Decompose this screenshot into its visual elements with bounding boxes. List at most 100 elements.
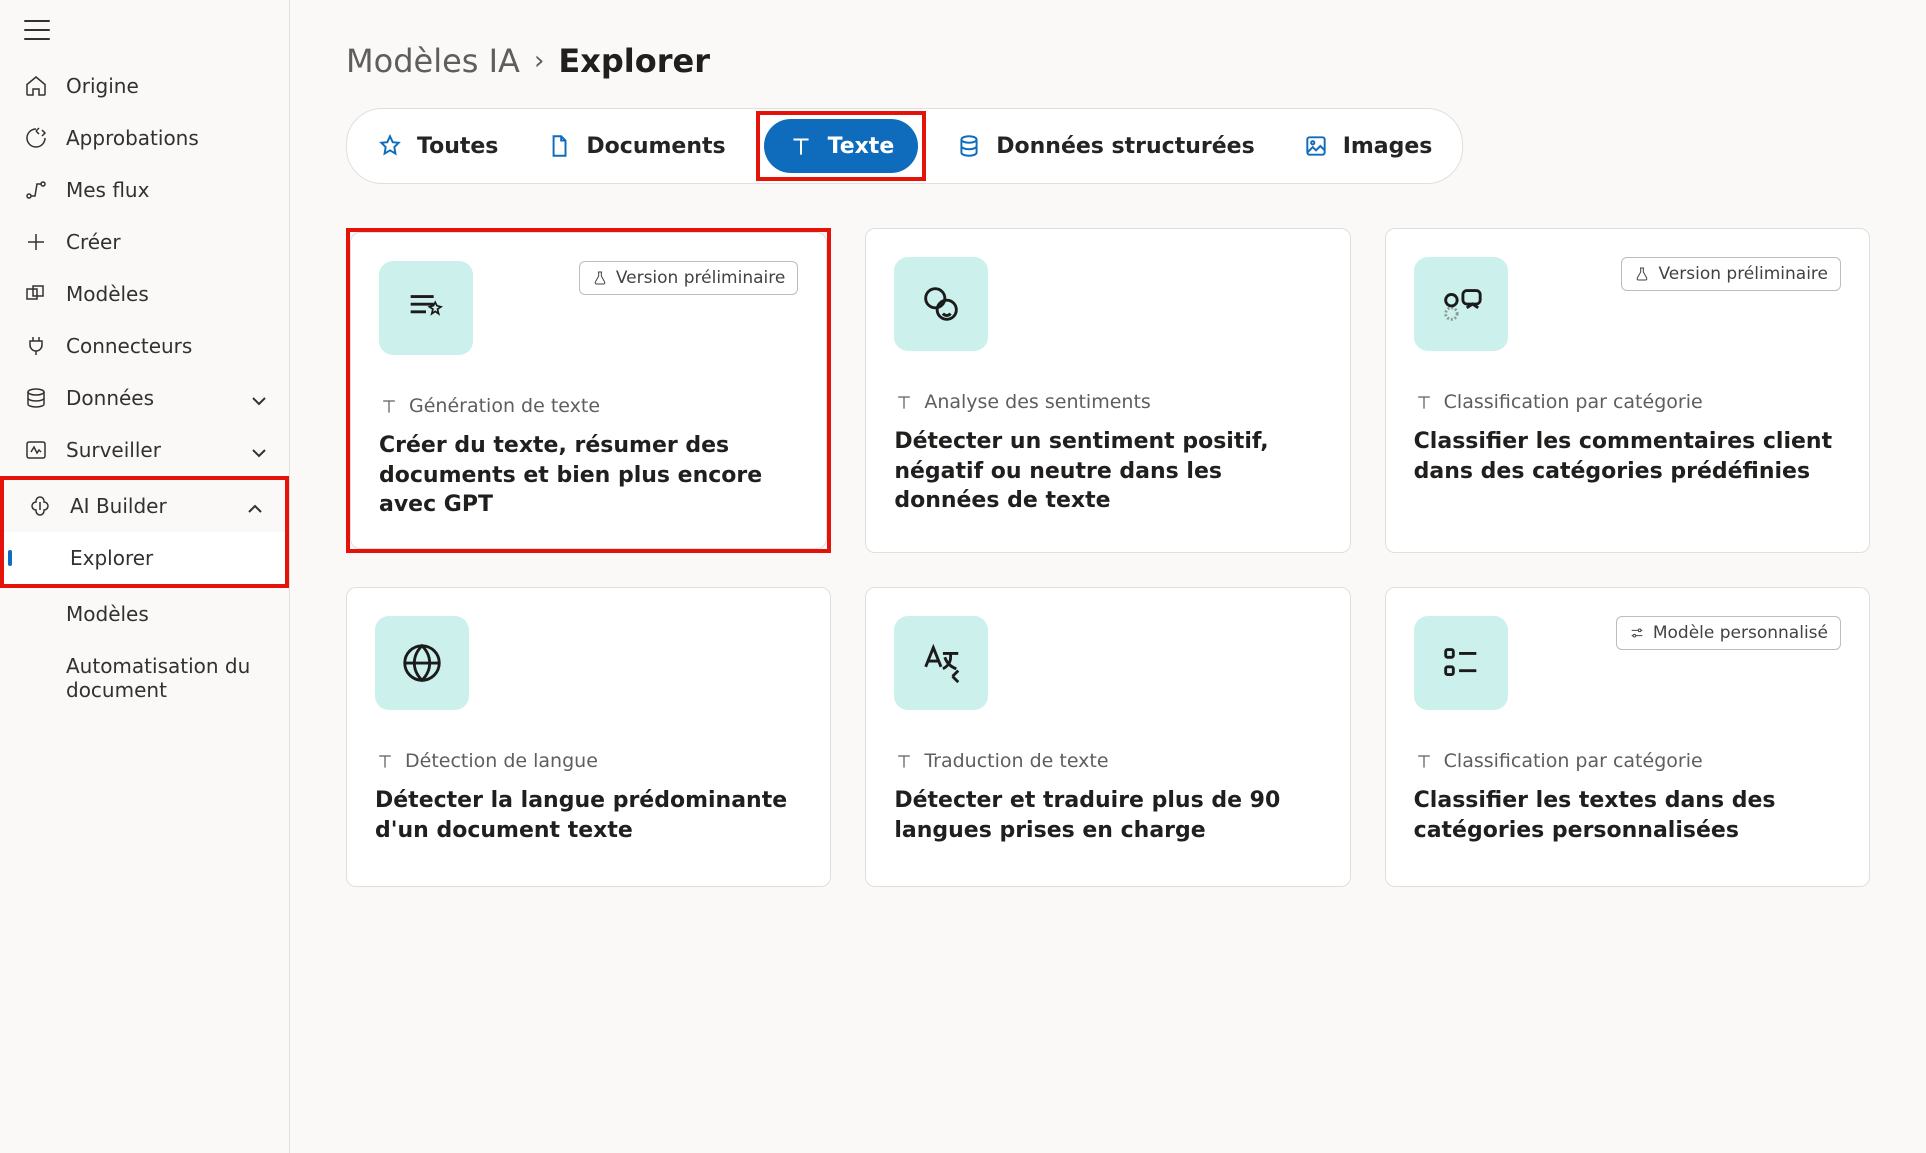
sidebar-item-donnees[interactable]: Données xyxy=(0,372,289,424)
text-icon xyxy=(375,751,395,771)
custom-model-badge: Modèle personnalisé xyxy=(1616,616,1841,650)
text-generation-icon xyxy=(379,261,473,355)
sidebar-item-label: Explorer xyxy=(70,546,153,570)
text-icon xyxy=(379,396,399,416)
highlight-annotation-card: Version préliminaire Génération de texte… xyxy=(346,228,831,553)
database-icon xyxy=(24,386,48,410)
card-category-label: Génération de texte xyxy=(409,395,600,417)
card-category: Génération de texte xyxy=(379,395,798,417)
translate-icon xyxy=(894,616,988,710)
breadcrumb-current: Explorer xyxy=(558,42,710,80)
text-icon xyxy=(894,392,914,412)
card-title: Créer du texte, résumer des documents et… xyxy=(379,431,798,520)
badge-label: Version préliminaire xyxy=(1658,264,1828,284)
sidebar-item-label: Mes flux xyxy=(66,178,149,202)
badge-label: Version préliminaire xyxy=(616,268,786,288)
filter-label: Toutes xyxy=(417,134,498,159)
monitor-icon xyxy=(24,438,48,462)
card-category-label: Détection de langue xyxy=(405,750,598,772)
highlight-annotation-sidebar: AI Builder Explorer xyxy=(0,476,289,588)
chevron-right-icon: › xyxy=(534,46,544,76)
card-title: Classifier les textes dans des catégorie… xyxy=(1414,786,1841,845)
chevron-up-icon xyxy=(243,497,261,515)
globe-icon xyxy=(375,616,469,710)
model-card-classification-predef[interactable]: Version préliminaire Classification par … xyxy=(1385,228,1870,553)
sentiment-icon xyxy=(894,257,988,351)
sidebar-item-creer[interactable]: Créer xyxy=(0,216,289,268)
hamburger-button[interactable] xyxy=(0,10,289,60)
card-category-label: Traduction de texte xyxy=(924,750,1108,772)
card-title: Classifier les commentaires client dans … xyxy=(1414,427,1841,486)
sidebar-item-explorer[interactable]: Explorer xyxy=(4,532,285,584)
model-card-classification-custom[interactable]: Modèle personnalisé Classification par c… xyxy=(1385,587,1870,887)
home-icon xyxy=(24,74,48,98)
sidebar-item-surveiller[interactable]: Surveiller xyxy=(0,424,289,476)
preview-badge: Version préliminaire xyxy=(579,261,799,295)
card-category: Traduction de texte xyxy=(894,750,1321,772)
card-category-label: Classification par catégorie xyxy=(1444,750,1703,772)
beaker-icon xyxy=(1634,266,1650,282)
sidebar-item-label: Origine xyxy=(66,74,139,98)
card-title: Détecter et traduire plus de 90 langues … xyxy=(894,786,1321,845)
filter-label: Documents xyxy=(586,134,725,159)
sidebar-item-label: Automatisation du document xyxy=(66,654,265,702)
filter-toutes[interactable]: Toutes xyxy=(353,119,522,173)
card-category-label: Classification par catégorie xyxy=(1444,391,1703,413)
connectors-icon xyxy=(24,334,48,358)
sidebar-item-label: Modèles xyxy=(66,602,149,626)
model-card-sentiment[interactable]: Analyse des sentiments Détecter un senti… xyxy=(865,228,1350,553)
card-category: Classification par catégorie xyxy=(1414,391,1841,413)
filter-images[interactable]: Images xyxy=(1279,119,1457,173)
sidebar-item-aibuilder-modeles[interactable]: Modèles xyxy=(0,588,289,640)
list-icon xyxy=(1414,616,1508,710)
filter-bar: Toutes Documents Texte Données structuré… xyxy=(346,108,1463,184)
filter-donnees[interactable]: Données structurées xyxy=(932,119,1278,173)
model-card-translation[interactable]: Traduction de texte Détecter et traduire… xyxy=(865,587,1350,887)
sidebar-item-aibuilder[interactable]: AI Builder xyxy=(4,480,285,532)
text-icon xyxy=(1414,751,1434,771)
card-title: Détecter la langue prédominante d'un doc… xyxy=(375,786,802,845)
chevron-down-icon xyxy=(247,441,265,459)
sidebar-item-approbations[interactable]: Approbations xyxy=(0,112,289,164)
plus-icon xyxy=(24,230,48,254)
model-card-gpt[interactable]: Version préliminaire Génération de texte… xyxy=(350,232,827,549)
sidebar-item-flux[interactable]: Mes flux xyxy=(0,164,289,216)
text-icon xyxy=(894,751,914,771)
sidebar-item-label: Données xyxy=(66,386,154,410)
filter-label: Données structurées xyxy=(996,134,1254,159)
chevron-down-icon xyxy=(247,389,265,407)
sidebar-item-origine[interactable]: Origine xyxy=(0,60,289,112)
approvals-icon xyxy=(24,126,48,150)
sidebar-item-label: Approbations xyxy=(66,126,199,150)
filter-documents[interactable]: Documents xyxy=(522,119,749,173)
filter-label: Images xyxy=(1343,134,1433,159)
card-category: Analyse des sentiments xyxy=(894,391,1321,413)
breadcrumb-root[interactable]: Modèles IA xyxy=(346,42,520,80)
sidebar-item-label: Surveiller xyxy=(66,438,161,462)
sidebar: Origine Approbations Mes flux Créer Modè… xyxy=(0,0,290,1153)
classification-icon xyxy=(1414,257,1508,351)
preview-badge: Version préliminaire xyxy=(1621,257,1841,291)
card-title: Détecter un sentiment positif, négatif o… xyxy=(894,427,1321,516)
badge-label: Modèle personnalisé xyxy=(1653,623,1828,643)
beaker-icon xyxy=(592,270,608,286)
aibuilder-icon xyxy=(28,494,52,518)
sidebar-item-connecteurs[interactable]: Connecteurs xyxy=(0,320,289,372)
database-icon xyxy=(956,133,982,159)
image-icon xyxy=(1303,133,1329,159)
sidebar-item-modeles[interactable]: Modèles xyxy=(0,268,289,320)
sidebar-item-label: Modèles xyxy=(66,282,149,306)
flow-icon xyxy=(24,178,48,202)
card-category: Classification par catégorie xyxy=(1414,750,1841,772)
filter-texte[interactable]: Texte xyxy=(764,119,919,173)
model-card-language-detect[interactable]: Détection de langue Détecter la langue p… xyxy=(346,587,831,887)
sliders-icon xyxy=(1629,625,1645,641)
sidebar-item-label: AI Builder xyxy=(70,494,167,518)
text-icon xyxy=(788,133,814,159)
hamburger-icon xyxy=(24,20,50,40)
card-category-label: Analyse des sentiments xyxy=(924,391,1150,413)
filter-label: Texte xyxy=(828,134,895,159)
card-grid: Version préliminaire Génération de texte… xyxy=(346,228,1870,887)
sidebar-item-aibuilder-automation[interactable]: Automatisation du document xyxy=(0,640,289,716)
main-content: Modèles IA › Explorer Toutes Documents T… xyxy=(290,0,1926,1153)
